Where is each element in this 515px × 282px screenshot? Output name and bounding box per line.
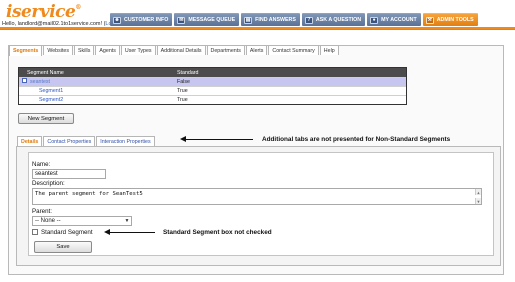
iservice-logo[interactable]: iservice®: [6, 2, 81, 22]
tab-departments[interactable]: Departments: [206, 45, 245, 55]
tab-alerts[interactable]: Alerts: [245, 45, 268, 55]
tab-skills[interactable]: Skills: [74, 45, 95, 55]
table-header: Segment Name Standard: [19, 68, 406, 77]
customer-icon: ☻: [113, 16, 121, 24]
tab-interaction-properties[interactable]: Interaction Properties: [96, 136, 155, 146]
table-row[interactable]: seantest False: [19, 77, 406, 86]
segment-standard-value: False: [177, 79, 190, 85]
standard-segment-label: Standard Segment: [41, 229, 93, 236]
column-standard: Standard: [177, 69, 199, 76]
tab-contact-summary[interactable]: Contact Summary: [268, 45, 319, 55]
tools-icon: ⚒: [425, 16, 434, 24]
segment-standard-value: True: [177, 88, 188, 94]
parent-select[interactable]: -- None -- ▼: [32, 216, 132, 226]
save-button[interactable]: Save: [34, 241, 92, 253]
admin-tabs: Segments Websites Skills Agents User Typ…: [9, 45, 339, 56]
name-label: Name:: [32, 161, 51, 168]
table-row[interactable]: Segment1 True: [19, 86, 406, 95]
tab-contact-properties[interactable]: Contact Properties: [43, 136, 96, 146]
segment-standard-value: True: [177, 97, 188, 103]
scroll-down-icon[interactable]: ▼: [475, 198, 481, 204]
chevron-down-icon: ▼: [124, 218, 130, 224]
nav-find-answers[interactable]: ▤ FIND ANSWERS: [241, 13, 300, 26]
expand-toggle-icon[interactable]: [22, 78, 27, 84]
detail-tabs: Details Contact Properties Interaction P…: [17, 136, 155, 147]
annotation-arrow: [109, 232, 155, 233]
nav-ask-question[interactable]: ? ASK A QUESTION: [301, 13, 366, 26]
header-divider: [0, 29, 515, 30]
description-label: Description:: [32, 180, 65, 187]
tab-agents[interactable]: Agents: [95, 45, 120, 55]
tab-user-types[interactable]: User Types: [120, 45, 156, 55]
table-row[interactable]: Segment2 True: [19, 95, 406, 104]
annotation-tabs-note: Additional tabs are not presented for No…: [262, 136, 451, 143]
logo-text: service: [11, 2, 76, 22]
annotation-checkbox-note: Standard Segment box not checked: [163, 229, 272, 236]
account-icon: ●: [370, 16, 379, 24]
parent-label: Parent:: [32, 208, 52, 215]
nav-message-queue[interactable]: ✉ MESSAGE QUEUE: [174, 13, 240, 26]
tab-additional-details[interactable]: Additional Details: [156, 45, 206, 55]
main-nav: ☻ CUSTOMER INFO ✉ MESSAGE QUEUE ▤ FIND A…: [110, 13, 478, 26]
nav-customer-info[interactable]: ☻ CUSTOMER INFO: [110, 13, 173, 26]
segments-table: Segment Name Standard seantest False Seg…: [18, 67, 407, 105]
tab-websites[interactable]: Websites: [43, 45, 74, 55]
logo-registered-mark: ®: [75, 4, 81, 11]
tab-help[interactable]: Help: [319, 45, 339, 55]
new-segment-button[interactable]: New Segment: [18, 113, 74, 124]
scroll-up-icon[interactable]: ▲: [475, 189, 481, 195]
tab-segments[interactable]: Segments: [9, 45, 43, 56]
segment-name-link[interactable]: Segment2: [39, 97, 63, 103]
app-header: iservice® Hello, landlord@mail02.1to1ser…: [0, 0, 515, 28]
description-field[interactable]: The parent segment for SeanTest5 ▲ ▼: [32, 188, 482, 205]
name-field[interactable]: seantest: [32, 169, 106, 179]
book-icon: ▤: [244, 16, 253, 24]
nav-admin-tools[interactable]: ⚒ ADMIN TOOLS: [422, 13, 478, 26]
segment-name-link[interactable]: Segment1: [39, 88, 63, 94]
segment-name-link[interactable]: seantest: [30, 79, 50, 85]
nav-my-account[interactable]: ● MY ACCOUNT: [367, 13, 421, 26]
queue-icon: ✉: [177, 16, 186, 24]
question-icon: ?: [304, 16, 313, 24]
annotation-arrow: [185, 139, 253, 140]
column-segment-name: Segment Name: [27, 69, 64, 76]
standard-segment-checkbox[interactable]: [32, 229, 38, 235]
